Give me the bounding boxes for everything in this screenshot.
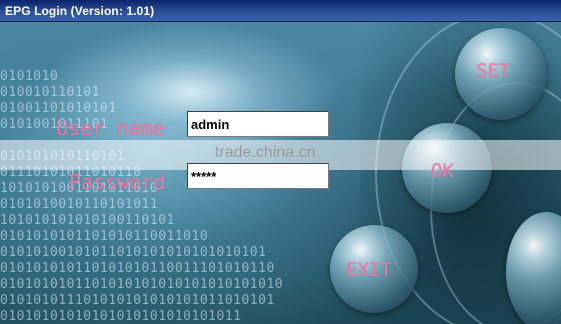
binary-text-row: 01010101010101010101010101011 xyxy=(0,310,242,324)
login-window: EPG Login (Version: 1.01) 0101010 010010… xyxy=(0,0,561,324)
binary-text-row: 010010110101 xyxy=(0,86,100,100)
password-label: Password xyxy=(69,170,166,194)
binary-text-row: 0101010 xyxy=(0,70,59,84)
set-button[interactable]: SET xyxy=(476,60,510,82)
username-input[interactable] xyxy=(187,111,329,137)
binary-text-row: 0101010010110101011 xyxy=(0,198,159,212)
ok-button[interactable]: OK xyxy=(431,160,454,182)
watermark-text: trade.china.cn xyxy=(215,144,316,161)
title-bar[interactable]: EPG Login (Version: 1.01) xyxy=(0,0,561,22)
window-title: EPG Login (Version: 1.01) xyxy=(5,4,155,18)
binary-text-row: 101010101010100110101 xyxy=(0,214,175,228)
password-input[interactable] xyxy=(187,163,329,189)
login-background: 0101010 010010110101 01001101010101 0101… xyxy=(0,22,561,324)
exit-button[interactable]: EXIT xyxy=(346,259,392,281)
username-label: User name xyxy=(56,116,165,140)
